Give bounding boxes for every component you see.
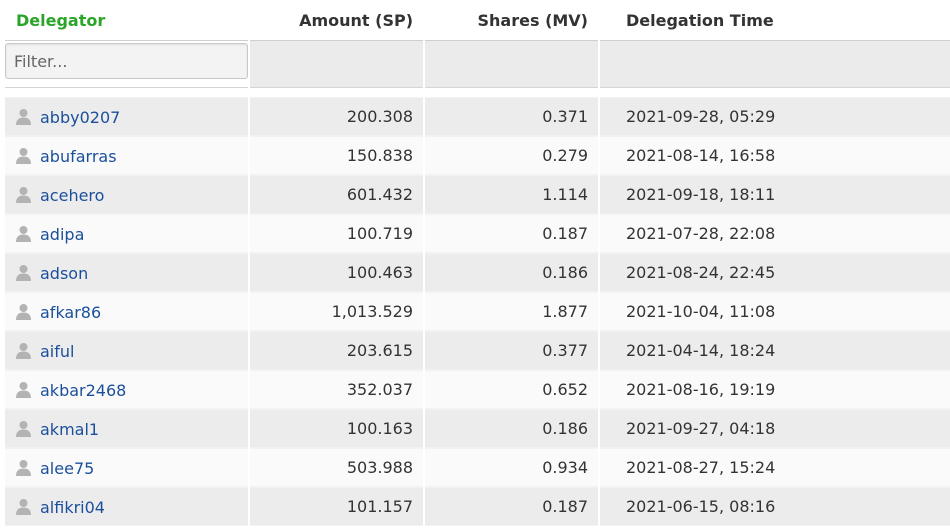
amount-cell: 100.163 [250, 409, 423, 448]
user-icon [16, 381, 31, 398]
delegator-cell: adson [5, 253, 248, 292]
delegations-page: Delegator Amount (SP) Shares (MV) Delega… [0, 0, 950, 528]
filter-cell [5, 41, 248, 88]
table-header-row: Delegator Amount (SP) Shares (MV) Delega… [5, 0, 950, 41]
delegator-cell: afkar86 [5, 292, 248, 331]
delegator-cell: aiful [5, 331, 248, 370]
delegation-time-cell: 2021-08-24, 22:45 [600, 253, 950, 292]
user-icon [16, 225, 31, 242]
amount-cell: 1,013.529 [250, 292, 423, 331]
delegator-link[interactable]: akmal1 [40, 420, 99, 439]
delegator-cell: abufarras [5, 136, 248, 175]
delegator-link[interactable]: adipa [40, 225, 84, 244]
filter-cell-empty [600, 41, 950, 88]
delegator-cell: akbar2468 [5, 370, 248, 409]
delegator-cell: abby0207 [5, 97, 248, 136]
shares-cell: 0.371 [425, 97, 598, 136]
user-icon [16, 303, 31, 320]
shares-cell: 0.187 [425, 214, 598, 253]
user-icon [16, 264, 31, 281]
delegation-time-cell: 2021-04-14, 18:24 [600, 331, 950, 370]
amount-cell: 150.838 [250, 136, 423, 175]
delegator-link[interactable]: abufarras [40, 147, 117, 166]
delegation-time-cell: 2021-08-16, 19:19 [600, 370, 950, 409]
user-icon [16, 108, 31, 125]
shares-cell: 0.934 [425, 448, 598, 487]
table-row: adipa 100.719 0.187 2021-07-28, 22:08 [5, 214, 950, 253]
delegator-link[interactable]: adson [40, 264, 88, 283]
delegator-cell: alee75 [5, 448, 248, 487]
amount-cell: 100.463 [250, 253, 423, 292]
table-row: akmal1 100.163 0.186 2021-09-27, 04:18 [5, 409, 950, 448]
user-icon [16, 459, 31, 476]
shares-cell: 1.114 [425, 175, 598, 214]
delegator-link[interactable]: akbar2468 [40, 381, 126, 400]
table-row: akbar2468 352.037 0.652 2021-08-16, 19:1… [5, 370, 950, 409]
delegation-time-cell: 2021-09-28, 05:29 [600, 97, 950, 136]
table-row: adson 100.463 0.186 2021-08-24, 22:45 [5, 253, 950, 292]
delegation-time-cell: 2021-06-15, 08:16 [600, 487, 950, 526]
column-header-amount[interactable]: Amount (SP) [250, 0, 423, 41]
delegation-time-cell: 2021-10-04, 11:08 [600, 292, 950, 331]
delegator-cell: akmal1 [5, 409, 248, 448]
shares-cell: 0.186 [425, 253, 598, 292]
shares-cell: 0.187 [425, 487, 598, 526]
spacer-row [5, 88, 950, 97]
filter-row [5, 41, 950, 88]
delegator-cell: acehero [5, 175, 248, 214]
delegator-link[interactable]: abby0207 [40, 108, 120, 127]
table-row: abufarras 150.838 0.279 2021-08-14, 16:5… [5, 136, 950, 175]
delegator-link[interactable]: afkar86 [40, 303, 101, 322]
amount-cell: 101.157 [250, 487, 423, 526]
user-icon [16, 420, 31, 437]
delegator-link[interactable]: acehero [40, 186, 104, 205]
delegator-link[interactable]: alfikri04 [40, 498, 105, 517]
table-body: abby0207 200.308 0.371 2021-09-28, 05:29… [5, 88, 950, 526]
amount-cell: 503.988 [250, 448, 423, 487]
amount-cell: 100.719 [250, 214, 423, 253]
delegator-cell: alfikri04 [5, 487, 248, 526]
shares-cell: 0.279 [425, 136, 598, 175]
table-row: afkar86 1,013.529 1.877 2021-10-04, 11:0… [5, 292, 950, 331]
amount-cell: 200.308 [250, 97, 423, 136]
table-row: alfikri04 101.157 0.187 2021-06-15, 08:1… [5, 487, 950, 526]
delegation-time-cell: 2021-07-28, 22:08 [600, 214, 950, 253]
column-header-shares[interactable]: Shares (MV) [425, 0, 598, 41]
amount-cell: 601.432 [250, 175, 423, 214]
filter-cell-empty [425, 41, 598, 88]
user-icon [16, 342, 31, 359]
shares-cell: 0.377 [425, 331, 598, 370]
delegation-time-cell: 2021-08-27, 15:24 [600, 448, 950, 487]
table-row: alee75 503.988 0.934 2021-08-27, 15:24 [5, 448, 950, 487]
delegator-cell: adipa [5, 214, 248, 253]
filter-input[interactable] [5, 43, 248, 79]
table-row: aiful 203.615 0.377 2021-04-14, 18:24 [5, 331, 950, 370]
shares-cell: 0.652 [425, 370, 598, 409]
shares-cell: 0.186 [425, 409, 598, 448]
filter-cell-empty [250, 41, 423, 88]
delegation-time-cell: 2021-09-18, 18:11 [600, 175, 950, 214]
user-icon [16, 186, 31, 203]
user-icon [16, 147, 31, 164]
column-header-delegation-time[interactable]: Delegation Time [600, 0, 950, 41]
amount-cell: 203.615 [250, 331, 423, 370]
column-header-delegator[interactable]: Delegator [5, 0, 248, 41]
delegator-link[interactable]: aiful [40, 342, 74, 361]
shares-cell: 1.877 [425, 292, 598, 331]
delegations-table: Delegator Amount (SP) Shares (MV) Delega… [3, 0, 950, 526]
table-row: abby0207 200.308 0.371 2021-09-28, 05:29 [5, 97, 950, 136]
delegation-time-cell: 2021-09-27, 04:18 [600, 409, 950, 448]
delegator-link[interactable]: alee75 [40, 459, 94, 478]
table-row: acehero 601.432 1.114 2021-09-18, 18:11 [5, 175, 950, 214]
delegation-time-cell: 2021-08-14, 16:58 [600, 136, 950, 175]
user-icon [16, 498, 31, 515]
amount-cell: 352.037 [250, 370, 423, 409]
